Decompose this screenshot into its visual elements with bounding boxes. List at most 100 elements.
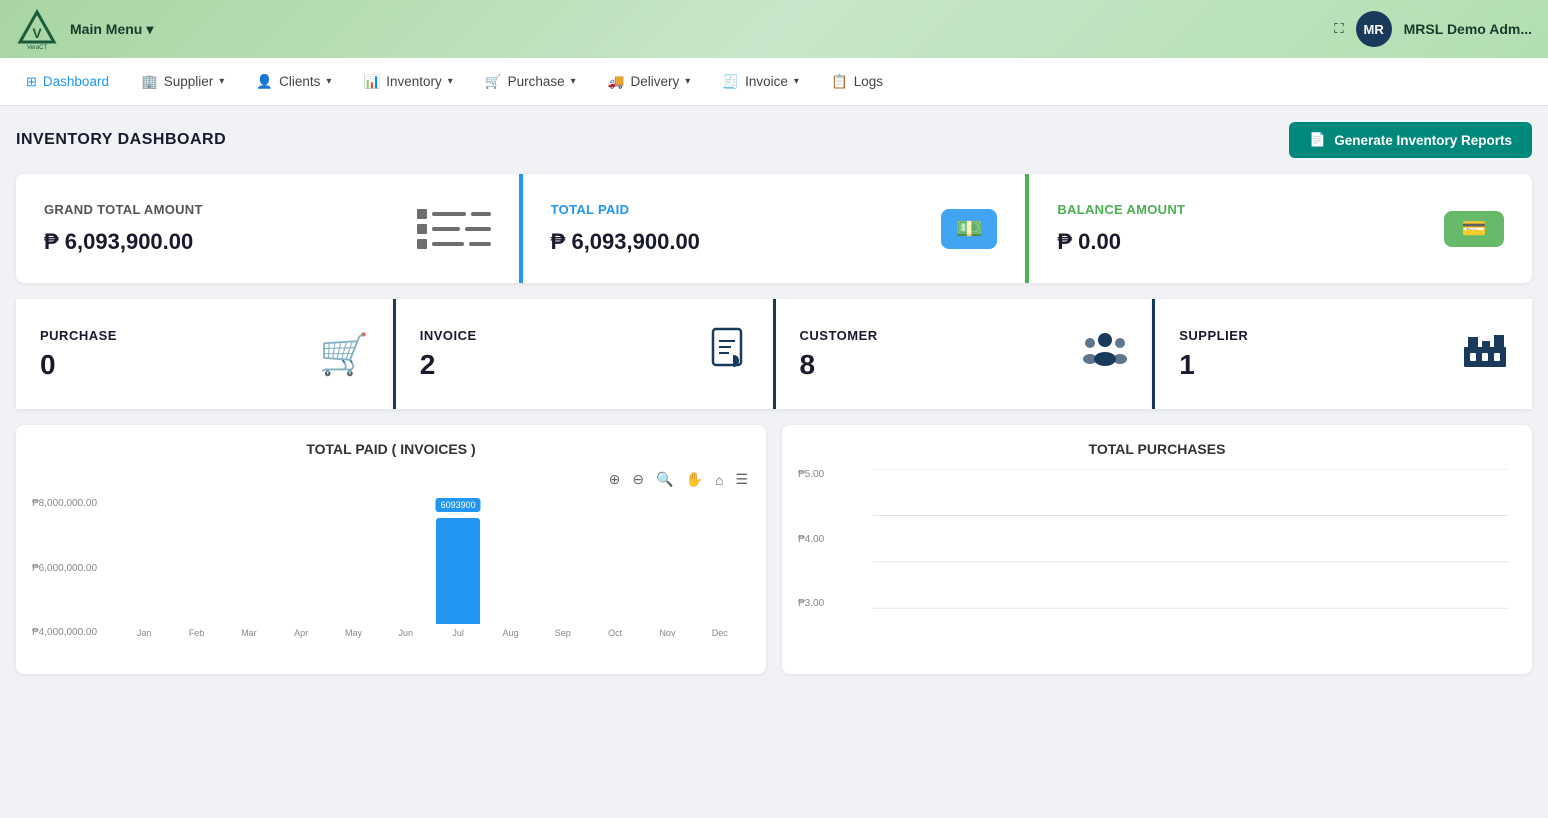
total-paid-card: TOTAL PAID ₱ 6,093,900.00 💵 [519, 174, 1026, 283]
zoom-out-button[interactable]: ⊖ [630, 469, 646, 490]
bar-item: Feb [174, 498, 218, 638]
bar-x-label: Apr [294, 628, 308, 638]
purchase-stat-value: 0 [40, 349, 117, 381]
charts-row: TOTAL PAID ( INVOICES ) ⊕ ⊖ 🔍 ✋ ⌂ ☰ ₱8,0… [16, 425, 1532, 674]
bar-x-label: Dec [712, 628, 728, 638]
total-purchases-chart-title: TOTAL PURCHASES [798, 441, 1516, 457]
stats-cards: PURCHASE 0 🛒 INVOICE 2 C [16, 299, 1532, 409]
nav-dashboard-label: Dashboard [43, 74, 109, 89]
right-y-label-bottom: ₱3.00 [798, 598, 868, 609]
cart-icon: 🛒 [319, 331, 369, 378]
bar-x-label: Feb [189, 628, 205, 638]
right-chart-area: ₱5.00 ₱4.00 ₱3.00 [798, 469, 1516, 629]
invoice-stat-value: 2 [420, 349, 477, 381]
nav-item-invoice[interactable]: 🧾 Invoice ▾ [708, 68, 813, 96]
logo: V VeraCT [16, 8, 58, 50]
y-label-mid: ₱6,000,000.00 [32, 563, 112, 574]
nav-item-clients[interactable]: 👤 Clients ▾ [242, 68, 345, 96]
svg-text:VeraCT: VeraCT [27, 45, 48, 50]
bar-item: 6093900 Jul [436, 498, 480, 638]
invoice-stat-label: INVOICE [420, 328, 477, 343]
bar-x-label: Jan [137, 628, 152, 638]
home-button[interactable]: ⌂ [713, 469, 725, 490]
nav-item-supplier[interactable]: 🏢 Supplier ▾ [127, 68, 238, 96]
purchase-stat-content: PURCHASE 0 [40, 328, 117, 381]
nav-item-dashboard[interactable]: ⊞ Dashboard [12, 68, 123, 96]
chevron-down-icon: ▾ [326, 76, 331, 87]
supplier-stat-card: SUPPLIER 1 [1152, 299, 1532, 409]
chevron-down-icon: ▾ [685, 76, 690, 87]
right-chart-y-labels: ₱5.00 ₱4.00 ₱3.00 [798, 469, 868, 609]
bar-item: Apr [279, 498, 323, 638]
card-icon: 💳 [1444, 211, 1504, 247]
bar-item: Aug [488, 498, 532, 638]
delivery-icon: 🚚 [608, 74, 625, 90]
purchase-stat-card: PURCHASE 0 🛒 [16, 299, 393, 409]
topbar-right: ⛶ MR MRSL Demo Adm... [1334, 11, 1532, 47]
pan-button[interactable]: ✋ [684, 469, 705, 490]
topbar-left: V VeraCT Main Menu ▾ [16, 8, 153, 50]
bar-x-label: Nov [659, 628, 675, 638]
page-header: INVENTORY DASHBOARD 📄 Generate Inventory… [16, 122, 1532, 158]
nav-item-delivery[interactable]: 🚚 Delivery ▾ [594, 68, 705, 96]
total-paid-label: TOTAL PAID [551, 202, 998, 217]
balance-card: BALANCE AMOUNT ₱ 0.00 💳 [1025, 174, 1532, 283]
menu-button[interactable]: ☰ [733, 469, 750, 490]
factory-icon [1462, 329, 1508, 379]
fullscreen-button[interactable]: ⛶ [1334, 21, 1343, 37]
bar-item: Sep [541, 498, 585, 638]
navbar: ⊞ Dashboard 🏢 Supplier ▾ 👤 Clients ▾ 📊 I… [0, 58, 1548, 106]
topbar: V VeraCT Main Menu ▾ ⛶ MR MRSL Demo Adm.… [0, 0, 1548, 58]
user-name: MRSL Demo Adm... [1404, 21, 1532, 37]
svg-text:V: V [32, 25, 42, 41]
customers-icon [1082, 329, 1128, 379]
invoice-icon: 🧾 [722, 74, 739, 90]
bar-item: Nov [645, 498, 689, 638]
bar-x-label: Oct [608, 628, 622, 638]
purchase-stat-label: PURCHASE [40, 328, 117, 343]
y-label-top: ₱8,000,000.00 [32, 498, 112, 509]
chevron-down-icon: ▾ [219, 76, 224, 87]
logs-icon: 📋 [831, 74, 848, 90]
nav-item-inventory[interactable]: 📊 Inventory ▾ [349, 68, 466, 96]
chevron-down-icon: ▾ [448, 76, 453, 87]
bar-chart-area: ₱8,000,000.00 ₱6,000,000.00 ₱4,000,000.0… [32, 498, 750, 658]
y-label-bottom: ₱4,000,000.00 [32, 627, 112, 638]
bar-item: Dec [698, 498, 742, 638]
invoice-stat-card: INVOICE 2 [393, 299, 773, 409]
nav-delivery-label: Delivery [631, 74, 680, 89]
chevron-down-icon: ▾ [146, 21, 153, 38]
grand-total-card: GRAND TOTAL AMOUNT ₱ 6,093,900.00 [16, 174, 519, 283]
search-chart-button[interactable]: 🔍 [654, 469, 675, 490]
total-paid-chart: TOTAL PAID ( INVOICES ) ⊕ ⊖ 🔍 ✋ ⌂ ☰ ₱8,0… [16, 425, 766, 674]
bar-x-label: Jul [452, 628, 464, 638]
total-paid-value: ₱ 6,093,900.00 [551, 229, 998, 255]
supplier-stat-value: 1 [1179, 349, 1248, 381]
inventory-icon: 📊 [363, 74, 380, 90]
chevron-down-icon: ▾ [571, 76, 576, 87]
bar-x-label: May [345, 628, 362, 638]
clients-icon: 👤 [256, 74, 273, 90]
bar: 6093900 [436, 518, 480, 624]
user-avatar: MR [1356, 11, 1392, 47]
generate-inventory-reports-button[interactable]: 📄 Generate Inventory Reports [1289, 122, 1532, 158]
customer-stat-label: CUSTOMER [800, 328, 878, 343]
list-icon [417, 209, 491, 249]
main-menu-label: Main Menu [70, 21, 142, 37]
nav-logs-label: Logs [854, 74, 883, 89]
generate-btn-label: Generate Inventory Reports [1334, 133, 1512, 148]
page-title: INVENTORY DASHBOARD [16, 131, 226, 149]
bar-chart-bars: JanFebMarAprMayJun6093900JulAugSepOctNov… [122, 498, 742, 638]
balance-value: ₱ 0.00 [1057, 229, 1504, 255]
nav-supplier-label: Supplier [164, 74, 214, 89]
chevron-down-icon: ▾ [794, 76, 799, 87]
nav-invoice-label: Invoice [745, 74, 788, 89]
supplier-stat-label: SUPPLIER [1179, 328, 1248, 343]
main-menu-button[interactable]: Main Menu ▾ [70, 21, 153, 38]
right-chart-svg-container [873, 469, 1508, 609]
nav-item-logs[interactable]: 📋 Logs [817, 68, 897, 96]
nav-item-purchase[interactable]: 🛒 Purchase ▾ [471, 68, 590, 96]
zoom-in-button[interactable]: ⊕ [607, 469, 623, 490]
supplier-stat-content: SUPPLIER 1 [1179, 328, 1248, 381]
cash-icon: 💵 [941, 209, 997, 249]
